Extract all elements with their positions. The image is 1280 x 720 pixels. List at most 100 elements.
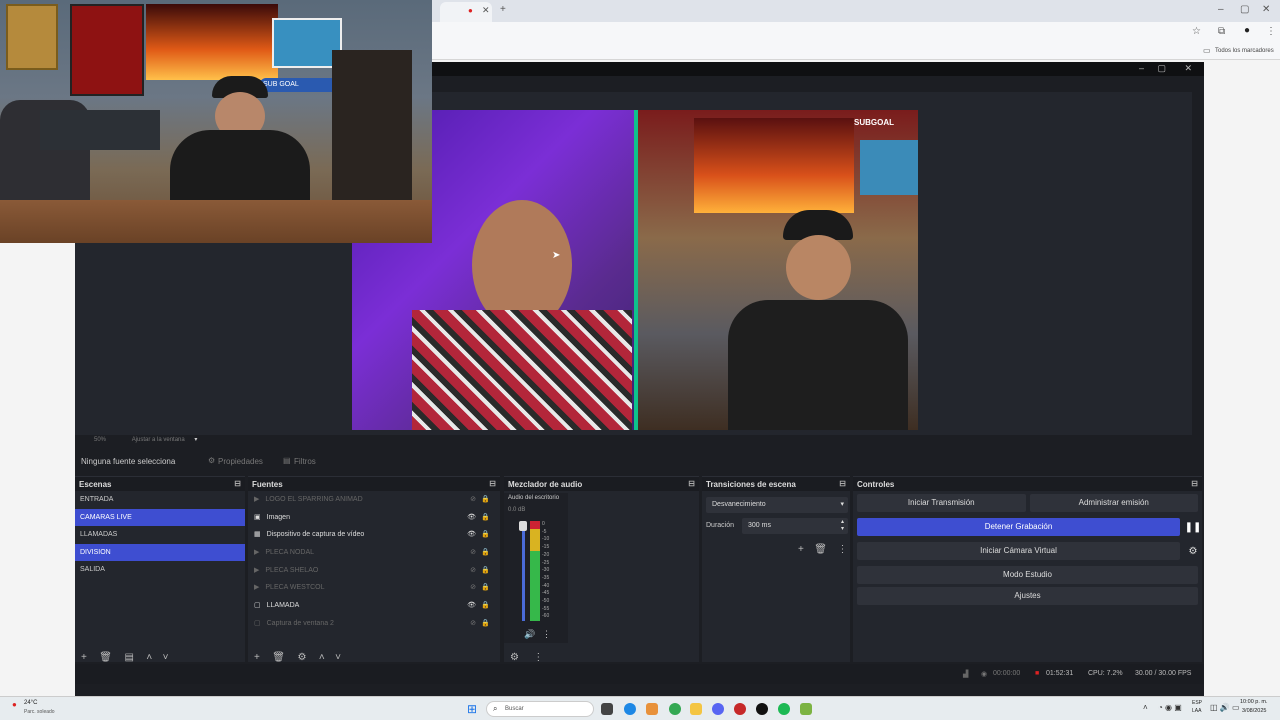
mixer-settings-icon[interactable]: ⚙ [510, 652, 519, 663]
move-down-icon[interactable]: ˅ [163, 652, 169, 663]
windows-start-icon[interactable]: ⊞ [467, 702, 477, 716]
scene-item[interactable]: ENTRADA [75, 491, 245, 509]
stop-recording-button[interactable]: Detener Grabación [857, 518, 1180, 536]
bookmarks-label[interactable]: Todos los marcadores [1215, 48, 1274, 54]
scene-item[interactable]: CAMARAS LIVE [75, 508, 245, 527]
eye-off-icon[interactable]: ⊘ [470, 548, 476, 556]
weather-desc[interactable]: Parc. soleado [24, 709, 55, 715]
weather-temp[interactable]: 24°C [24, 700, 37, 706]
language[interactable]: ESP [1192, 700, 1202, 706]
eye-icon[interactable]: 👁 [467, 530, 476, 538]
volume-handle[interactable] [519, 521, 527, 531]
move-up-icon[interactable]: ˄ [146, 652, 152, 663]
obs-maximize-icon[interactable]: ▢ [1157, 63, 1166, 74]
spotify-icon[interactable] [778, 703, 790, 715]
speaker-icon[interactable]: 🔊 [524, 629, 535, 640]
studio-mode-button[interactable]: Modo Estudio [857, 566, 1198, 584]
virtual-cam-settings-icon[interactable]: ⚙ [1184, 546, 1202, 557]
clock-time[interactable]: 10:00 p. m. [1240, 699, 1268, 705]
lock-icon[interactable]: 🔒 [481, 583, 490, 591]
duration-input[interactable]: 300 ms ▴ ▾ [742, 518, 848, 534]
fit-dropdown-icon[interactable]: ▾ [194, 437, 197, 443]
channel-menu-icon[interactable]: ⋮ [542, 629, 551, 640]
source-settings-icon[interactable]: ⚙ [297, 652, 306, 663]
remove-scene-icon[interactable]: 🗑 [99, 652, 112, 663]
lock-icon[interactable]: 🔒 [481, 513, 490, 521]
add-scene-icon[interactable]: + [81, 652, 87, 663]
obs-close-icon[interactable]: ✕ [1184, 63, 1192, 74]
settings-button[interactable]: Ajustes [857, 587, 1198, 605]
volume-slider[interactable] [522, 521, 525, 621]
scene-item[interactable]: LLAMADAS [75, 526, 245, 544]
dock-pin-icon[interactable]: ⊟ [489, 479, 496, 488]
new-tab-icon[interactable]: + [500, 5, 506, 15]
start-stream-button[interactable]: Iniciar Transmisión [857, 494, 1026, 512]
pause-icon[interactable]: ❚❚ [1184, 522, 1202, 533]
add-source-icon[interactable]: + [254, 652, 260, 663]
capcut-icon[interactable] [734, 703, 746, 715]
source-item[interactable]: ▶ PLECA SHELAO ⊘ 🔒 [248, 562, 500, 580]
maximize-icon[interactable]: ▢ [1240, 5, 1249, 15]
menu-icon[interactable]: ⋮ [1266, 27, 1276, 37]
eye-icon[interactable]: 👁 [467, 601, 476, 609]
minimize-icon[interactable]: – [1218, 5, 1224, 15]
move-down-icon[interactable]: ˅ [335, 652, 341, 663]
zoom-level[interactable]: 50% [94, 437, 106, 443]
move-up-icon[interactable]: ˄ [319, 652, 325, 663]
scene-item[interactable]: DIVISION [75, 543, 245, 562]
lock-icon[interactable]: 🔒 [481, 530, 490, 538]
star-icon[interactable]: ☆ [1192, 27, 1201, 37]
file-explorer-icon[interactable] [690, 703, 702, 715]
properties-button[interactable]: Propiedades [218, 457, 263, 466]
manage-broadcast-button[interactable]: Administrar emisión [1029, 494, 1198, 512]
scene-filter-icon[interactable]: ▤ [124, 652, 133, 663]
dock-pin-icon[interactable]: ⊟ [1191, 479, 1198, 488]
remove-transition-icon[interactable]: 🗑 [814, 544, 827, 555]
eye-off-icon[interactable]: ⊘ [470, 583, 476, 591]
browser-tab[interactable]: ● ✕ [440, 2, 492, 22]
fit-window-label[interactable]: Ajustar a la ventana [132, 437, 185, 443]
remove-source-icon[interactable]: 🗑 [272, 652, 285, 663]
eye-icon[interactable]: 👁 [467, 513, 476, 521]
edge-icon[interactable] [624, 703, 636, 715]
source-item[interactable]: ▣ Imagen 👁 🔒 [248, 509, 500, 527]
clock-date[interactable]: 3/08/2025 [1242, 708, 1266, 714]
filters-button[interactable]: Filtros [294, 457, 316, 466]
source-item[interactable]: ▶ PLECA NODAL ⊘ 🔒 [248, 544, 500, 562]
source-item[interactable]: ▶ PLECA WESTCOL ⊘ 🔒 [248, 579, 500, 597]
task-view-icon[interactable] [601, 703, 613, 715]
lock-icon[interactable]: 🔒 [481, 566, 490, 574]
scene-item[interactable]: SALIDA [75, 561, 245, 579]
taskbar-search[interactable]: ⌕ Buscar [486, 701, 594, 717]
network-icon[interactable]: ◫ 🔊 ▭ [1210, 703, 1240, 712]
lock-icon[interactable]: 🔒 [481, 619, 490, 627]
tray-chevron-icon[interactable]: ˄ [1143, 703, 1148, 712]
close-window-icon[interactable]: ✕ [1262, 5, 1270, 15]
dock-pin-icon[interactable]: ⊟ [839, 479, 846, 488]
discord-icon[interactable] [712, 703, 724, 715]
lock-icon[interactable]: 🔒 [481, 548, 490, 556]
eye-off-icon[interactable]: ⊘ [470, 566, 476, 574]
tray-icons[interactable]: ◔ ◉ ▣ [1158, 703, 1182, 712]
transition-menu-icon[interactable]: ⋮ [837, 544, 847, 555]
source-item[interactable]: ▢ Captura de ventana 2 ⊘ 🔒 [248, 615, 500, 633]
virtual-camera-button[interactable]: Iniciar Cámara Virtual [857, 542, 1180, 560]
mixer-menu-icon[interactable]: ⋮ [533, 652, 543, 663]
eye-off-icon[interactable]: ⊘ [470, 495, 476, 503]
eye-off-icon[interactable]: ⊘ [470, 619, 476, 627]
app-icon[interactable] [800, 703, 812, 715]
source-item[interactable]: ▶ LOGO EL SPARRING ANIMAD ⊘ 🔒 [248, 491, 500, 509]
source-item[interactable]: ▢ LLAMADA 👁 🔒 [248, 597, 500, 615]
lock-icon[interactable]: 🔒 [481, 495, 490, 503]
extensions-icon[interactable]: ⧉ [1218, 27, 1225, 37]
add-transition-icon[interactable]: + [798, 544, 804, 555]
lock-icon[interactable]: 🔒 [481, 601, 490, 609]
profile-avatar[interactable]: ● [1244, 26, 1250, 36]
close-tab-icon[interactable]: ✕ [482, 6, 490, 15]
obs-minimize-icon[interactable]: – [1139, 63, 1144, 73]
spinner-icon[interactable]: ▴ ▾ [841, 518, 844, 532]
obs-icon[interactable] [756, 703, 768, 715]
transition-select[interactable]: Desvanecimiento ▾ [706, 497, 848, 513]
source-item[interactable]: ▦ Dispositivo de captura de vídeo 👁 🔒 [248, 526, 500, 544]
dock-pin-icon[interactable]: ⊟ [688, 479, 695, 488]
